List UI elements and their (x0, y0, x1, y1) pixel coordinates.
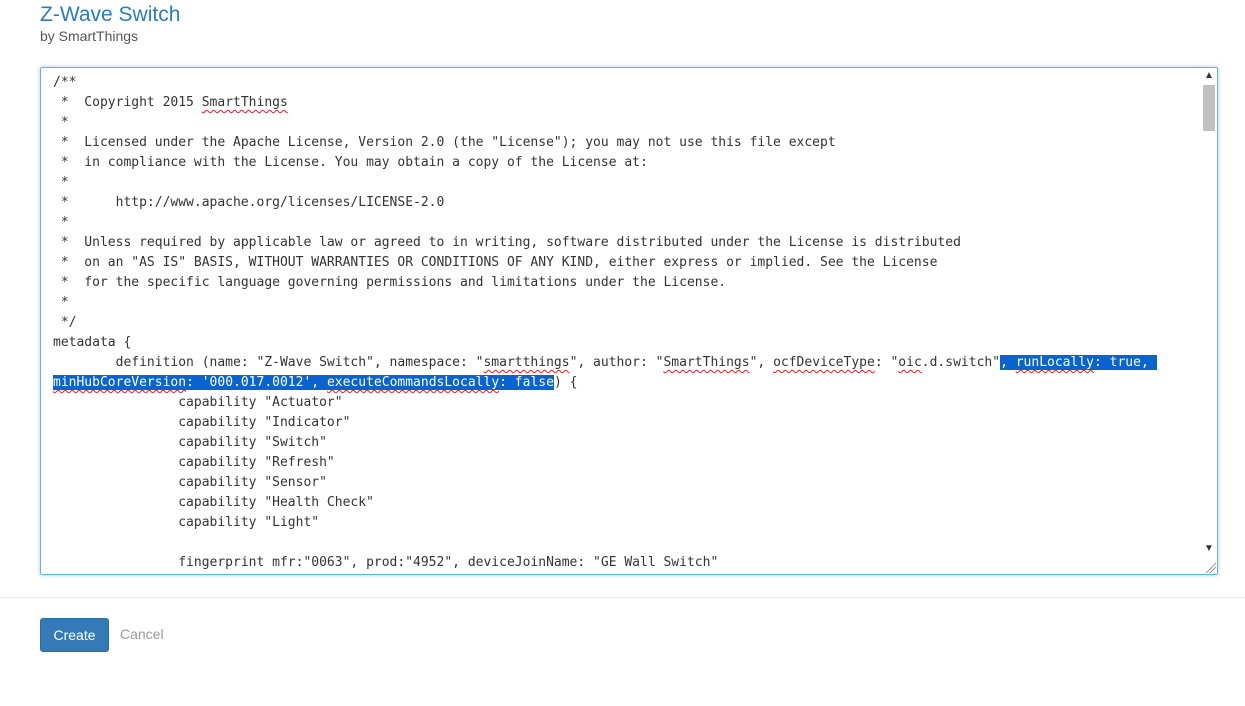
code-line: * on an "AS IS" BASIS, WITHOUT WARRANTIE… (53, 253, 1157, 273)
code-token: SmartThings (663, 355, 750, 370)
code-line: * (53, 293, 1157, 313)
code-token: capability "Light" (53, 515, 320, 530)
code-line: capability "Sensor" (53, 473, 1157, 493)
code-token: * (53, 175, 69, 190)
code-line: /** (53, 73, 1157, 93)
code-token: capability "Refresh" (53, 455, 335, 470)
code-token: * on an "AS IS" BASIS, WITHOUT WARRANTIE… (53, 255, 938, 270)
code-token: * (53, 295, 69, 310)
code-line: fingerprint mfr:"0063", prod:"4952", dev… (53, 553, 1157, 573)
code-token: capability "Indicator" (53, 415, 351, 430)
code-line: * Unless required by applicable law or a… (53, 233, 1157, 253)
code-token: : " (874, 355, 899, 370)
code-token: , (1000, 355, 1016, 370)
editor-scrollbar[interactable]: ▲ ▼ (1201, 68, 1217, 574)
code-token: ocfDeviceType (773, 355, 875, 370)
device-author: by SmartThings (40, 28, 139, 44)
code-token: metadata { (53, 335, 132, 350)
code-token: SmartThings (201, 95, 288, 110)
code-token: runLocally (1015, 355, 1094, 370)
code-line: * (53, 113, 1157, 133)
code-content[interactable]: /** * Copyright 2015 SmartThings * * Lic… (53, 73, 1157, 573)
code-token: minHubCoreVersion (53, 375, 187, 390)
code-line: capability "Refresh" (53, 453, 1157, 473)
code-token: capability "Sensor" (53, 475, 327, 490)
code-line: * (53, 213, 1157, 233)
code-token: * Copyright 2015 (53, 95, 202, 110)
code-token: ", (749, 355, 774, 370)
scroll-down-icon[interactable]: ▼ (1201, 542, 1217, 556)
cancel-link[interactable]: Cancel (120, 626, 164, 642)
code-token: capability "Switch" (53, 435, 327, 450)
code-editor[interactable]: /** * Copyright 2015 SmartThings * * Lic… (40, 67, 1218, 575)
code-token: /** (53, 75, 77, 90)
code-line: definition (name: "Z-Wave Switch", names… (53, 353, 1157, 373)
code-token: * (53, 215, 69, 230)
code-token: ) { (553, 375, 578, 390)
code-line: capability "Switch" (53, 433, 1157, 453)
code-line: * in compliance with the License. You ma… (53, 153, 1157, 173)
code-line: capability "Actuator" (53, 393, 1157, 413)
code-line: * Licensed under the Apache License, Ver… (53, 133, 1157, 153)
code-token: * http://www.apache.org/licenses/LICENSE… (53, 195, 445, 210)
code-token: : true, (1094, 355, 1157, 370)
code-token: : '000.017.0012', (186, 375, 327, 390)
code-token: definition (name: "Z-Wave Switch", names… (53, 355, 484, 370)
code-token: oic (898, 355, 922, 370)
code-token: * (53, 115, 69, 130)
code-token: smartthings (483, 355, 570, 370)
code-token: executeCommandsLocally (326, 375, 500, 390)
code-line: * (53, 173, 1157, 193)
code-line: capability "Light" (53, 513, 1157, 533)
code-token: * in compliance with the License. You ma… (53, 155, 648, 170)
device-title: Z-Wave Switch (40, 3, 181, 26)
code-token: capability "Actuator" (53, 395, 343, 410)
scroll-thumb[interactable] (1203, 85, 1215, 131)
code-token: fingerprint mfr:"0063", prod:"4952", dev… (53, 555, 719, 570)
resize-grip-icon[interactable] (1204, 561, 1216, 573)
code-line: minHubCoreVersion: '000.017.0012', execu… (53, 373, 1157, 393)
create-button[interactable]: Create (40, 618, 109, 652)
code-line: metadata { (53, 333, 1157, 353)
code-token: ", author: " (569, 355, 664, 370)
divider (0, 597, 1245, 598)
code-line: * Copyright 2015 SmartThings (53, 93, 1157, 113)
code-token: * for the specific language governing pe… (53, 275, 727, 290)
code-line: */ (53, 313, 1157, 333)
code-token: */ (53, 315, 77, 330)
code-line: capability "Indicator" (53, 413, 1157, 433)
scroll-up-icon[interactable]: ▲ (1201, 69, 1217, 83)
code-token: : false (499, 375, 554, 390)
code-line: capability "Health Check" (53, 493, 1157, 513)
code-token: * Licensed under the Apache License, Ver… (53, 135, 836, 150)
code-token: * Unless required by applicable law or a… (53, 235, 961, 250)
code-token: .d.switch" (921, 355, 1001, 370)
code-line: * http://www.apache.org/licenses/LICENSE… (53, 193, 1157, 213)
code-line: * for the specific language governing pe… (53, 273, 1157, 293)
code-token: capability "Health Check" (53, 495, 374, 510)
